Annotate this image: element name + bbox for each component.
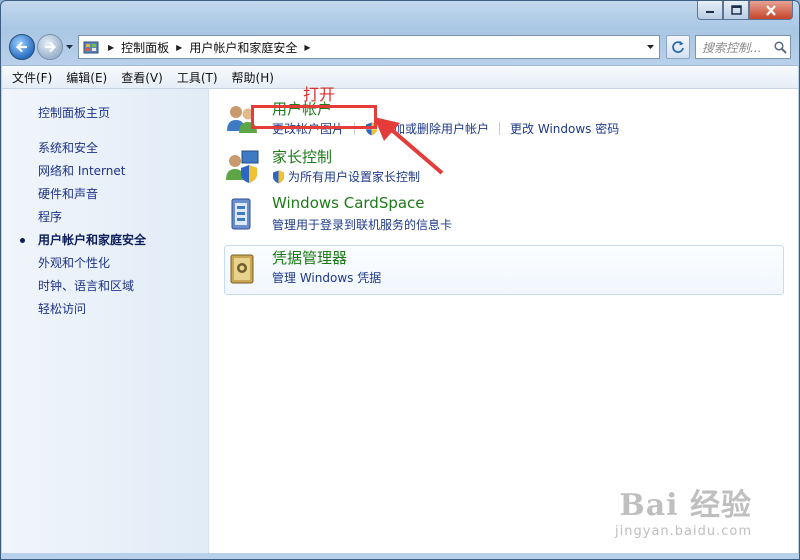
crumb-separator[interactable]: ▶ — [108, 43, 114, 52]
nav-system-security[interactable]: 系统和安全 — [38, 137, 146, 160]
forward-arrow-icon — [44, 41, 57, 53]
refresh-button[interactable] — [666, 35, 690, 59]
manage-windows-credentials-link[interactable]: 管理 Windows 凭据 — [272, 269, 381, 286]
forward-button[interactable] — [37, 34, 63, 60]
close-icon — [766, 4, 776, 16]
crumb-separator[interactable]: ▶ — [176, 43, 182, 52]
credential-manager-icon — [230, 254, 254, 284]
search-icon[interactable] — [774, 40, 787, 54]
cardspace-title[interactable]: Windows CardSpace — [272, 194, 425, 212]
explorer-window: ▶ 控制面板 ▶ 用户帐户和家庭安全 ▶ 搜索控制... 文件(F) 编辑(E) — [0, 0, 800, 560]
nav-ease-of-access[interactable]: 轻松访问 — [38, 298, 146, 321]
link-separator — [499, 122, 501, 135]
annotation-arrow-icon — [374, 117, 444, 175]
parental-control-icon — [226, 150, 259, 183]
minimize-button[interactable] — [697, 1, 723, 20]
annotation-open-label: 打开 — [303, 85, 336, 104]
breadcrumb-control-panel[interactable]: 控制面板 — [121, 39, 169, 56]
recent-pages-dropdown[interactable] — [64, 34, 74, 60]
menu-bar: 文件(F) 编辑(E) 查看(V) 工具(T) 帮助(H) — [2, 65, 798, 89]
menu-tools[interactable]: 工具(T) — [177, 69, 218, 86]
left-navigation-pane: 控制面板主页 系统和安全 网络和 Internet 硬件和声音 程序 用户帐户和… — [2, 89, 209, 553]
address-history-dropdown[interactable] — [641, 36, 659, 58]
nav-clock-language-region[interactable]: 时钟、语言和区域 — [38, 275, 146, 298]
credential-manager-links: 管理 Windows 凭据 — [272, 269, 381, 286]
search-placeholder: 搜索控制... — [702, 40, 762, 55]
control-panel-home-link[interactable]: 控制面板主页 — [38, 104, 110, 121]
crumb-separator[interactable]: ▶ — [304, 43, 310, 52]
control-panel-icon — [83, 41, 99, 54]
parental-controls-title[interactable]: 家长控制 — [272, 146, 332, 167]
menu-edit[interactable]: 编辑(E) — [66, 69, 107, 86]
menu-view[interactable]: 查看(V) — [121, 69, 163, 86]
chevron-down-icon — [65, 44, 73, 49]
nav-user-accounts-current[interactable]: 用户帐户和家庭安全 — [20, 229, 147, 252]
minimize-icon — [706, 11, 714, 13]
manage-information-cards-link[interactable]: 管理用于登录到联机服务的信息卡 — [272, 216, 452, 233]
credential-manager-title[interactable]: 凭据管理器 — [272, 247, 347, 268]
nav-user-accounts-label: 用户帐户和家庭安全 — [38, 233, 147, 247]
cardspace-icon — [231, 198, 251, 230]
nav-programs[interactable]: 程序 — [38, 206, 146, 229]
address-row: ▶ 控制面板 ▶ 用户帐户和家庭安全 ▶ 搜索控制... — [9, 33, 791, 61]
category-nav-list: 系统和安全 网络和 Internet 硬件和声音 程序 用户帐户和家庭安全 外观… — [20, 137, 147, 321]
address-bar[interactable]: ▶ 控制面板 ▶ 用户帐户和家庭安全 ▶ — [78, 35, 660, 59]
nav-appearance[interactable]: 外观和个性化 — [38, 252, 146, 275]
chevron-down-icon — [646, 44, 654, 49]
nav-hardware-sound[interactable]: 硬件和声音 — [38, 183, 146, 206]
breadcrumb-user-accounts[interactable]: 用户帐户和家庭安全 — [189, 39, 297, 56]
current-bullet — [20, 238, 25, 243]
search-input[interactable]: 搜索控制... — [695, 35, 791, 59]
maximize-button[interactable] — [723, 1, 749, 20]
caption-buttons — [697, 1, 793, 20]
watermark: Bai 经验 jingyan.baidu.com — [615, 480, 752, 539]
uac-shield-icon — [273, 170, 284, 183]
back-arrow-icon — [15, 41, 28, 53]
annotation-highlight-box — [251, 105, 377, 129]
nav-network-internet[interactable]: 网络和 Internet — [38, 160, 146, 183]
watermark-url: jingyan.baidu.com — [615, 524, 752, 539]
content-area: 控制面板主页 系统和安全 网络和 Internet 硬件和声音 程序 用户帐户和… — [2, 85, 798, 553]
maximize-icon — [730, 5, 742, 15]
close-button[interactable] — [749, 1, 793, 20]
watermark-logo: Bai 经验 — [619, 488, 752, 523]
refresh-icon — [672, 41, 684, 53]
menu-help[interactable]: 帮助(H) — [232, 69, 274, 86]
back-button[interactable] — [9, 34, 35, 60]
menu-file[interactable]: 文件(F) — [12, 69, 52, 86]
change-windows-password-link[interactable]: 更改 Windows 密码 — [510, 120, 619, 137]
cardspace-links: 管理用于登录到联机服务的信息卡 — [272, 216, 452, 233]
